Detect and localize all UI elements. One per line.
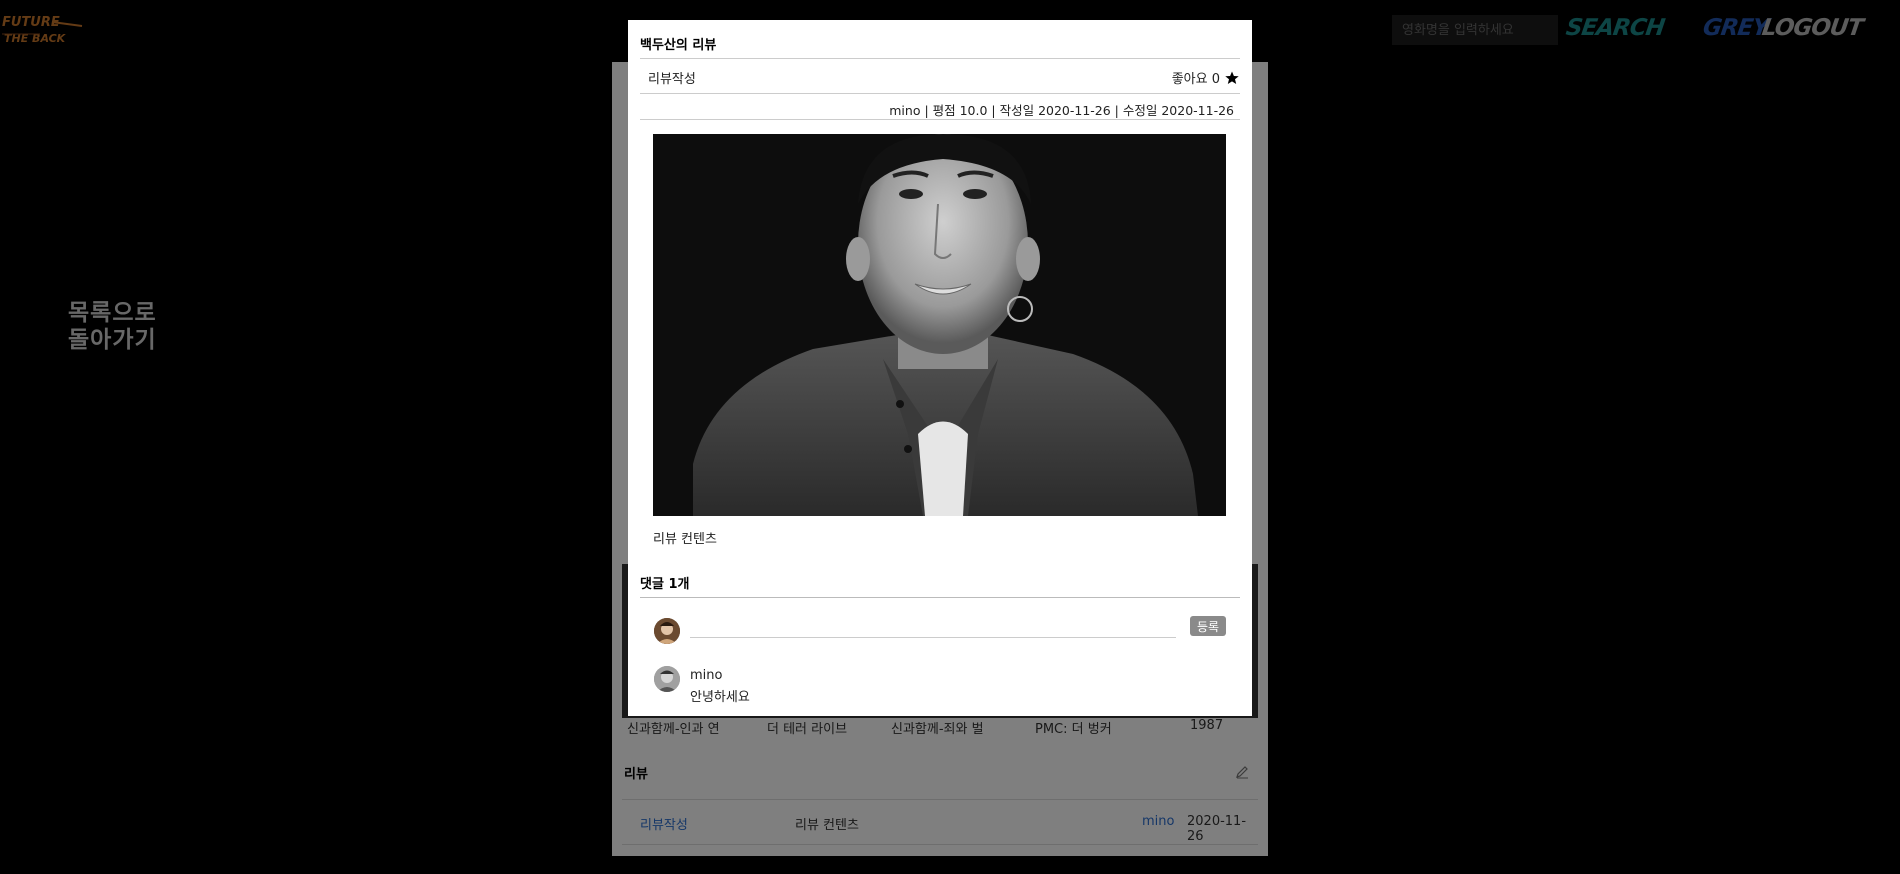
app-root: FUTURE THE BACK SEARCH GREY LOGOUT 목록으로 … xyxy=(0,0,1900,874)
comment-input[interactable] xyxy=(690,622,1176,638)
review-title: 리뷰작성 xyxy=(648,72,696,87)
review-modal: 백두산의 리뷰 리뷰작성 좋아요 0 mino | 평점 10.0 | 작성일 … xyxy=(628,20,1252,716)
review-photo xyxy=(653,134,1226,516)
review-meta: mino | 평점 10.0 | 작성일 2020-11-26 | 수정일 20… xyxy=(889,103,1234,118)
like-count: 좋아요 0 xyxy=(1171,72,1220,87)
like-control[interactable]: 좋아요 0 xyxy=(1172,68,1240,87)
comment-author: mino xyxy=(690,668,723,683)
modal-title: 백두산의 리뷰 xyxy=(640,38,717,53)
comments-title: 댓글 1개 xyxy=(640,577,690,592)
divider xyxy=(640,597,1240,598)
divider xyxy=(640,58,1240,59)
divider xyxy=(640,93,1240,94)
comment-text: 안녕하세요 xyxy=(690,690,750,705)
comment-author-avatar xyxy=(654,666,680,692)
divider xyxy=(640,119,1240,120)
star-icon[interactable] xyxy=(1224,70,1240,86)
comment-submit-button[interactable]: 등록 xyxy=(1190,616,1226,636)
review-content: 리뷰 컨텐츠 xyxy=(653,532,717,547)
current-user-avatar xyxy=(654,618,680,644)
